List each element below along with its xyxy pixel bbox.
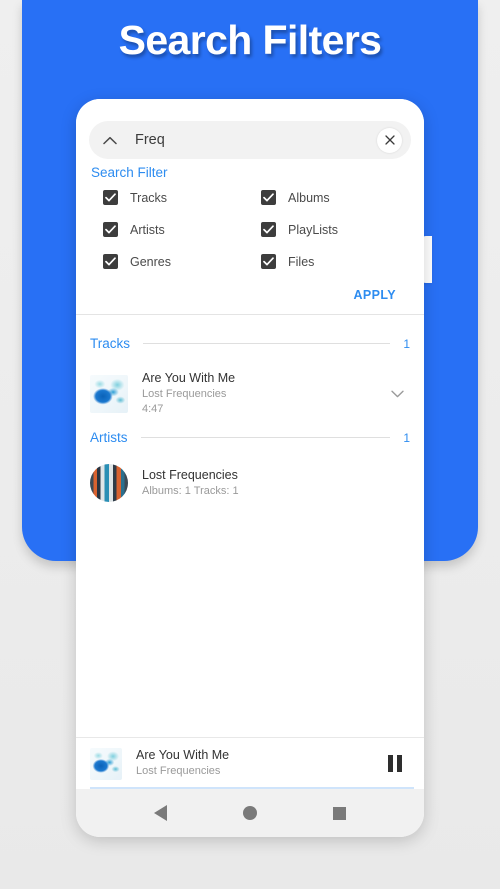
- filter-checkbox-label: PlayLists: [288, 222, 339, 237]
- avatar: [90, 464, 128, 502]
- section-header-artists: Artists 1: [90, 430, 410, 445]
- artist-name: Lost Frequencies: [142, 467, 238, 482]
- track-meta: Are You With Me Lost Frequencies 4:47: [142, 370, 384, 417]
- player-progress-bar[interactable]: [90, 787, 414, 789]
- filter-checkbox-tracks[interactable]: Tracks: [90, 190, 248, 205]
- phone-device: Freq Search Filter Tracks Albums Artists…: [76, 99, 424, 837]
- android-navigation-bar: [76, 789, 424, 837]
- checkbox-checked-icon[interactable]: [103, 190, 118, 205]
- track-row[interactable]: Are You With Me Lost Frequencies 4:47: [90, 370, 410, 417]
- filter-checkbox-label: Tracks: [130, 190, 168, 205]
- search-input[interactable]: Freq: [135, 132, 377, 148]
- section-rule: [140, 437, 391, 438]
- close-icon[interactable]: [377, 127, 402, 153]
- recent-apps-square-icon[interactable]: [319, 793, 359, 833]
- checkbox-checked-icon[interactable]: [261, 190, 276, 205]
- filter-checkbox-label: Files: [288, 254, 315, 269]
- player-album-art: [90, 747, 122, 780]
- filter-checkbox-label: Artists: [130, 222, 165, 237]
- checkbox-checked-icon[interactable]: [103, 222, 118, 237]
- section-rule: [143, 343, 391, 344]
- apply-row: APPLY: [90, 286, 410, 304]
- player-meta: Are You With Me Lost Frequencies: [136, 747, 380, 779]
- filter-checkbox-playlists[interactable]: PlayLists: [248, 222, 406, 237]
- back-triangle-icon[interactable]: [141, 793, 181, 833]
- checkbox-checked-icon[interactable]: [261, 222, 276, 237]
- filter-checkbox-files[interactable]: Files: [248, 254, 406, 269]
- chevron-down-icon[interactable]: [384, 381, 410, 407]
- section-title: Artists: [90, 430, 128, 445]
- filter-checkbox-grid: Tracks Albums Artists PlayLists Genres F…: [90, 190, 410, 269]
- checkbox-checked-icon[interactable]: [261, 254, 276, 269]
- screenshot-root: Search Filters Freq Search Filter Tracks…: [0, 0, 500, 889]
- track-artist: Lost Frequencies: [142, 387, 227, 400]
- filter-checkbox-genres[interactable]: Genres: [90, 254, 248, 269]
- home-circle-icon[interactable]: [230, 793, 270, 833]
- apply-button[interactable]: APPLY: [353, 288, 396, 302]
- artist-stats: Albums: 1 Tracks: 1: [142, 484, 239, 497]
- section-title: Tracks: [90, 336, 130, 351]
- artist-row[interactable]: Lost Frequencies Albums: 1 Tracks: 1: [90, 464, 410, 502]
- filter-divider: [76, 314, 424, 315]
- player-track-artist: Lost Frequencies: [136, 765, 221, 778]
- album-art: [90, 374, 128, 413]
- section-header-tracks: Tracks 1: [90, 336, 410, 351]
- track-duration: 4:47: [142, 403, 164, 416]
- player-track-title: Are You With Me: [136, 748, 230, 763]
- filter-checkbox-label: Genres: [130, 254, 171, 269]
- mini-player[interactable]: Are You With Me Lost Frequencies: [76, 737, 424, 789]
- filter-checkbox-artists[interactable]: Artists: [90, 222, 248, 237]
- page-title: Search Filters: [118, 17, 382, 63]
- artist-meta: Lost Frequencies Albums: 1 Tracks: 1: [142, 467, 410, 499]
- chevron-up-icon[interactable]: [93, 121, 127, 159]
- search-filter-label: Search Filter: [91, 165, 168, 180]
- checkbox-checked-icon[interactable]: [103, 254, 118, 269]
- app-screen: Freq Search Filter Tracks Albums Artists…: [76, 99, 424, 737]
- filter-checkbox-label: Albums: [288, 190, 330, 205]
- section-count: 1: [403, 430, 410, 445]
- filter-checkbox-albums[interactable]: Albums: [248, 190, 406, 205]
- track-title: Are You With Me: [142, 371, 236, 385]
- section-count: 1: [403, 336, 410, 351]
- search-filter-panel: Tracks Albums Artists PlayLists Genres F…: [90, 190, 410, 304]
- pause-icon[interactable]: [380, 749, 410, 779]
- search-bar[interactable]: Freq: [89, 121, 411, 159]
